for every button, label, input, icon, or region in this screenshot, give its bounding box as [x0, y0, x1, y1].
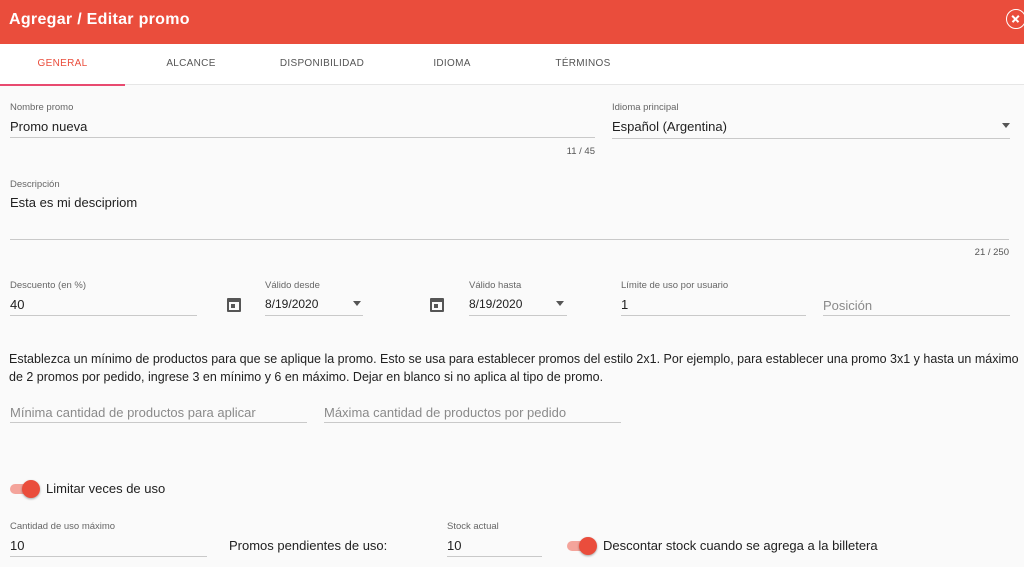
tab-disponibilidad[interactable]: DISPONIBILIDAD: [262, 44, 382, 85]
calendar-icon[interactable]: [227, 298, 241, 312]
valido-hasta-input[interactable]: 8/19/2020: [469, 297, 522, 311]
descontar-stock-label: Descontar stock cuando se agrega a la bi…: [603, 538, 878, 553]
dialog-title: Agregar / Editar promo: [9, 11, 190, 28]
tab-bar: GENERAL ALCANCE DISPONIBILIDAD IDIOMA TÉ…: [0, 44, 1024, 86]
minima-cantidad-input[interactable]: Mínima cantidad de productos para aplica…: [10, 405, 306, 420]
info-text: Establezca un mínimo de productos para q…: [9, 352, 1019, 384]
nombre-promo-underline: [10, 137, 595, 138]
descuento-input[interactable]: 40: [10, 297, 196, 312]
cantidad-uso-label: Cantidad de uso máximo: [10, 521, 116, 532]
descontar-stock-toggle[interactable]: [567, 536, 597, 556]
tab-general[interactable]: GENERAL: [0, 44, 125, 86]
valido-hasta-label: Válido hasta: [469, 280, 522, 291]
cantidad-uso-underline: [10, 556, 207, 557]
minima-underline: [10, 422, 307, 423]
calendar-icon[interactable]: [430, 298, 444, 312]
stock-actual-label: Stock actual: [447, 521, 499, 532]
nombre-promo-input[interactable]: Promo nueva: [10, 119, 594, 134]
idioma-principal-label: Idioma principal: [612, 102, 679, 113]
tab-idioma[interactable]: IDIOMA: [400, 44, 504, 85]
nombre-promo-label: Nombre promo: [10, 102, 74, 113]
descripcion-textarea[interactable]: Esta es mi descipriom: [10, 195, 1008, 210]
stock-actual-underline: [447, 556, 542, 557]
tab-alcance[interactable]: ALCANCE: [140, 44, 242, 85]
dropdown-arrow-icon[interactable]: [353, 301, 361, 306]
cantidad-uso-input[interactable]: 10: [10, 538, 206, 553]
dropdown-arrow-icon[interactable]: [556, 301, 564, 306]
posicion-input[interactable]: Posición: [823, 298, 1009, 313]
descripcion-underline: [10, 239, 1009, 240]
descuento-underline: [10, 315, 197, 316]
limite-uso-input[interactable]: 1: [621, 297, 805, 312]
maxima-cantidad-input[interactable]: Máxima cantidad de productos por pedido: [324, 405, 620, 420]
posicion-underline: [823, 315, 1010, 316]
idioma-underline: [612, 138, 1010, 139]
descripcion-counter: 21 / 250: [974, 247, 1009, 258]
descripcion-label: Descripción: [10, 179, 60, 190]
promos-pendientes-label: Promos pendientes de uso:: [229, 538, 388, 553]
dropdown-arrow-icon[interactable]: [1002, 123, 1010, 128]
valido-hasta-underline: [469, 315, 567, 316]
nombre-promo-counter: 11 / 45: [566, 146, 595, 157]
valido-desde-label: Válido desde: [265, 280, 320, 291]
toggle-thumb: [22, 480, 40, 498]
tab-terminos[interactable]: TÉRMINOS: [526, 44, 640, 85]
dialog-header: Agregar / Editar promo: [0, 0, 1024, 44]
toggle-thumb: [579, 537, 597, 555]
limite-uso-underline: [621, 315, 806, 316]
stock-actual-input[interactable]: 10: [447, 538, 541, 553]
maxima-underline: [324, 422, 621, 423]
descuento-label: Descuento (en %): [10, 280, 87, 291]
valido-desde-underline: [265, 315, 363, 316]
idioma-principal-select[interactable]: Español (Argentina): [612, 119, 992, 134]
close-icon[interactable]: [1006, 9, 1024, 29]
limitar-uso-toggle[interactable]: [10, 479, 40, 499]
limitar-uso-label: Limitar veces de uso: [46, 481, 166, 496]
valido-desde-input[interactable]: 8/19/2020: [265, 297, 318, 311]
limite-uso-label: Límite de uso por usuario: [621, 280, 729, 291]
